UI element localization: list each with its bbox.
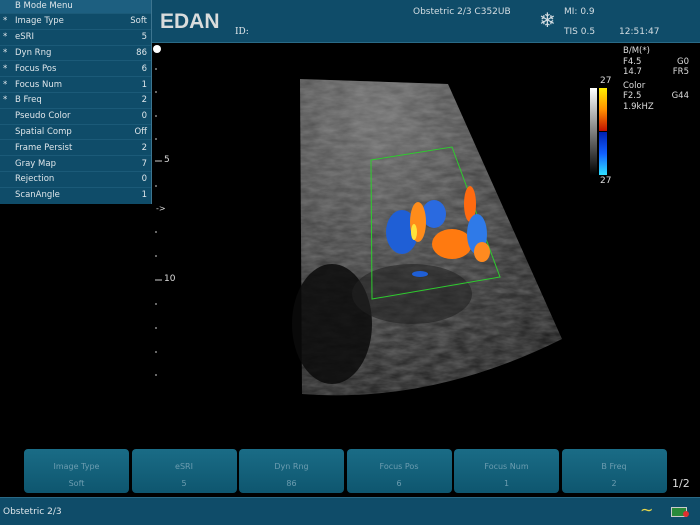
softkey-bar: Image Type Soft eSRI 5 Dyn Rng 86 Focus Pos 6 Fo…: [24, 449, 667, 493]
depth-label-5: 5: [164, 155, 170, 165]
menu-item-label: Focus Num: [15, 79, 63, 90]
menu-item-value: 1: [141, 190, 147, 201]
wave-icon: ∼: [640, 500, 654, 519]
color-freq: F2.5: [623, 91, 642, 101]
battery-icon: [671, 507, 689, 517]
exam-probe: Obstetric 2/3 C352UB: [413, 7, 511, 17]
menu-item-pseudo-color[interactable]: Pseudo Color 0: [0, 107, 151, 124]
softkey-value: 86: [286, 479, 297, 488]
probe-orientation-mark: [153, 45, 161, 53]
softkey-label: Dyn Rng: [274, 462, 309, 471]
frame-rate: FR5: [672, 67, 689, 77]
menu-item-value: 6: [141, 63, 147, 74]
menu-item-dyn-rng[interactable]: * Dyn Rng 86: [0, 44, 151, 61]
menu-item-spatial-comp[interactable]: Spatial Comp Off: [0, 123, 151, 140]
menu-item-esri[interactable]: * eSRI 5: [0, 28, 151, 45]
mi-value: MI: 0.9: [564, 7, 595, 17]
menu-item-label: Frame Persist: [15, 142, 73, 153]
modified-marker: *: [3, 95, 8, 106]
menu-item-focus-num[interactable]: * Focus Num 1: [0, 76, 151, 92]
menu-item-value: 0: [141, 111, 147, 122]
menu-item-label: Rejection: [15, 174, 55, 185]
color-negative-bar: [599, 132, 607, 175]
menu-item-value: Soft: [130, 16, 147, 27]
menu-item-gray-map[interactable]: Gray Map 7: [0, 155, 151, 171]
menu-item-label: Focus Pos: [15, 63, 57, 74]
bm-title: B/M(*): [623, 46, 650, 56]
modified-marker: *: [3, 16, 8, 27]
top-bar: EDAN ID: Obstetric 2/3 C352UB ❄ MI: 0.9 …: [152, 0, 700, 43]
softkey-value: 2: [611, 479, 617, 488]
menu-title: B Mode Menu: [0, 0, 151, 13]
menu-item-value: 1: [141, 79, 147, 90]
menu-item-label: Spatial Comp: [15, 126, 72, 137]
modified-marker: *: [3, 79, 8, 90]
softkey-value: 5: [181, 479, 187, 488]
softkey-focus-pos[interactable]: Focus Pos 6: [346, 449, 452, 493]
ultrasound-image[interactable]: [152, 44, 700, 444]
menu-item-value: 5: [141, 32, 147, 43]
menu-item-label: Dyn Rng: [15, 47, 52, 58]
color-title: Color: [623, 80, 646, 91]
color-gain: G44: [671, 91, 689, 101]
depth-ticks: [155, 68, 162, 376]
velocity-min: 27: [600, 176, 612, 186]
snowflake-icon[interactable]: ❄: [539, 10, 556, 30]
softkey-value: 1: [503, 479, 510, 488]
menu-item-label: B Freq: [15, 95, 42, 106]
imaging-params: B/M(*) F4.5 G0 14.7 FR5 Color F2.5 G44 1.9k…: [623, 46, 689, 112]
depth: 14.7: [623, 67, 642, 77]
page-indicator[interactable]: 1/2: [672, 477, 690, 490]
b-freq: F4.5: [623, 56, 642, 67]
softkey-value: 6: [396, 479, 402, 488]
menu-item-label: ScanAngle: [15, 190, 60, 201]
b-mode-menu: B Mode Menu * Image Type Soft * eSRI 5 * Dyn Rn…: [0, 0, 152, 204]
modified-marker: *: [3, 47, 8, 58]
softkey-value: Soft: [68, 479, 85, 488]
softkey-b-freq[interactable]: B Freq 2: [561, 449, 667, 493]
menu-item-value: 86: [136, 47, 147, 58]
menu-item-label: Image Type: [15, 16, 64, 27]
gray-scale-bar: [590, 88, 597, 175]
menu-item-image-type[interactable]: * Image Type Soft: [0, 13, 151, 29]
modified-marker: *: [3, 32, 8, 43]
menu-item-b-freq[interactable]: * B Freq 2: [0, 91, 151, 108]
patient-id-label[interactable]: ID:: [235, 27, 249, 37]
softkey-focus-num[interactable]: Focus Num 1: [454, 449, 559, 493]
status-exam: Obstetric 2/3: [3, 507, 62, 517]
modified-marker: *: [3, 63, 8, 74]
menu-item-frame-persist[interactable]: Frame Persist 2: [0, 139, 151, 155]
velocity-max: 27: [600, 76, 612, 86]
clock: 12:51:47: [619, 27, 660, 37]
tis-value: TIS 0.5: [564, 27, 596, 37]
softkey-label: Focus Num: [484, 462, 529, 471]
menu-item-label: Gray Map: [15, 158, 56, 169]
menu-item-value: 2: [141, 142, 147, 153]
logo: EDAN: [160, 10, 220, 33]
softkey-label: Focus Pos: [379, 462, 419, 471]
color-positive-bar: [599, 88, 607, 131]
softkey-esri[interactable]: eSRI 5: [131, 449, 237, 493]
depth-label-10: 10: [164, 274, 176, 284]
menu-item-value: 7: [141, 158, 147, 169]
menu-item-value: 0: [141, 174, 147, 185]
softkey-image-type[interactable]: Image Type Soft: [24, 449, 129, 493]
softkey-label: eSRI: [175, 462, 193, 471]
menu-item-label: eSRI: [15, 32, 35, 43]
focus-marker: ->: [156, 204, 166, 213]
softkey-label: B Freq: [601, 462, 627, 471]
menu-item-focus-pos[interactable]: * Focus Pos 6: [0, 60, 151, 76]
menu-item-value: 2: [141, 95, 147, 106]
menu-item-value: Off: [134, 126, 147, 137]
b-gain: G0: [677, 56, 689, 67]
softkey-dyn-rng[interactable]: Dyn Rng 86: [239, 449, 344, 493]
menu-item-scanangle[interactable]: ScanAngle 1: [0, 186, 151, 203]
menu-item-rejection[interactable]: Rejection 0: [0, 170, 151, 187]
menu-item-label: Pseudo Color: [15, 111, 71, 122]
prf: 1.9kHZ: [623, 101, 654, 112]
softkey-label: Image Type: [53, 462, 100, 471]
status-bar: Obstetric 2/3 ∼: [0, 497, 700, 525]
